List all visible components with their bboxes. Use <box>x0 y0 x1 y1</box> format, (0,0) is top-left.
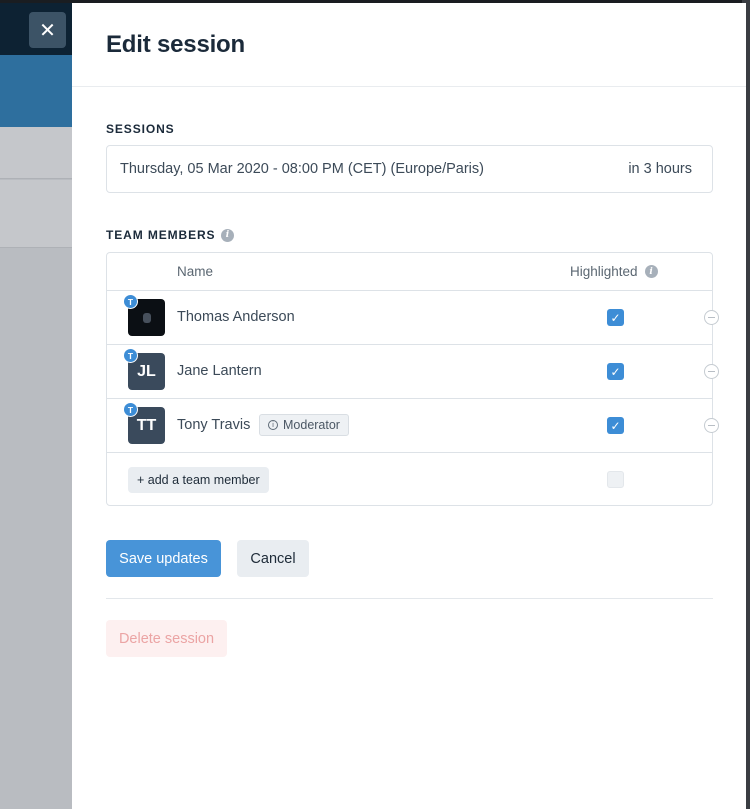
info-icon[interactable]: i <box>644 265 658 278</box>
page-title: Edit session <box>106 31 245 58</box>
save-button[interactable]: Save updates <box>106 540 221 577</box>
sessions-label: SESSIONS <box>106 122 175 136</box>
divider <box>106 598 713 599</box>
background-hero <box>0 55 72 127</box>
panel-header: Edit session <box>72 3 746 87</box>
background-row <box>0 180 72 248</box>
table-header: Name Highlighted i <box>107 253 712 291</box>
close-icon: ✕ <box>39 19 56 42</box>
column-highlighted: Highlighted i <box>570 264 658 279</box>
delete-session-button[interactable]: Delete session <box>106 620 227 657</box>
highlighted-checkbox[interactable]: ✓ <box>607 417 624 434</box>
table-row: T JL Jane Lantern ✓ <box>107 345 719 399</box>
background-row <box>0 127 72 179</box>
highlighted-checkbox[interactable]: ✓ <box>607 309 624 326</box>
edit-session-panel: Edit session SESSIONS Thursday, 05 Mar 2… <box>72 3 746 809</box>
session-date: Thursday, 05 Mar 2020 - 08:00 PM (CET) (… <box>120 161 484 177</box>
role-badge: T <box>123 294 138 309</box>
moderator-badge: i Moderator <box>259 414 349 436</box>
table-row: T Thomas Anderson ✓ <box>107 291 719 345</box>
column-name: Name <box>177 264 214 279</box>
team-members-label: TEAM MEMBERS i <box>106 228 235 242</box>
add-team-member-button[interactable]: + add a team member <box>128 467 269 493</box>
highlighted-checkbox[interactable] <box>607 471 624 488</box>
highlighted-checkbox[interactable]: ✓ <box>607 363 624 380</box>
close-button[interactable]: ✕ <box>29 12 66 48</box>
member-name: Jane Lantern <box>177 363 262 379</box>
member-name: Thomas Anderson <box>177 309 295 325</box>
session-selector[interactable]: Thursday, 05 Mar 2020 - 08:00 PM (CET) (… <box>106 145 713 193</box>
table-row: T TT Tony Travis i Moderator ✓ <box>107 399 719 453</box>
cancel-button[interactable]: Cancel <box>237 540 309 577</box>
remove-member-icon[interactable] <box>704 310 719 325</box>
role-badge: T <box>123 348 138 363</box>
info-icon[interactable]: i <box>221 228 235 242</box>
team-members-table: Name Highlighted i T Thomas Anderson ✓ T… <box>106 252 719 507</box>
session-relative-time: in 3 hours <box>628 161 692 177</box>
remove-member-icon[interactable] <box>704 364 719 379</box>
info-circle-icon: i <box>268 420 278 430</box>
add-member-row: + add a team member <box>107 453 712 507</box>
role-badge: T <box>123 402 138 417</box>
remove-member-icon[interactable] <box>704 418 719 433</box>
member-name: Tony Travis <box>177 417 251 433</box>
